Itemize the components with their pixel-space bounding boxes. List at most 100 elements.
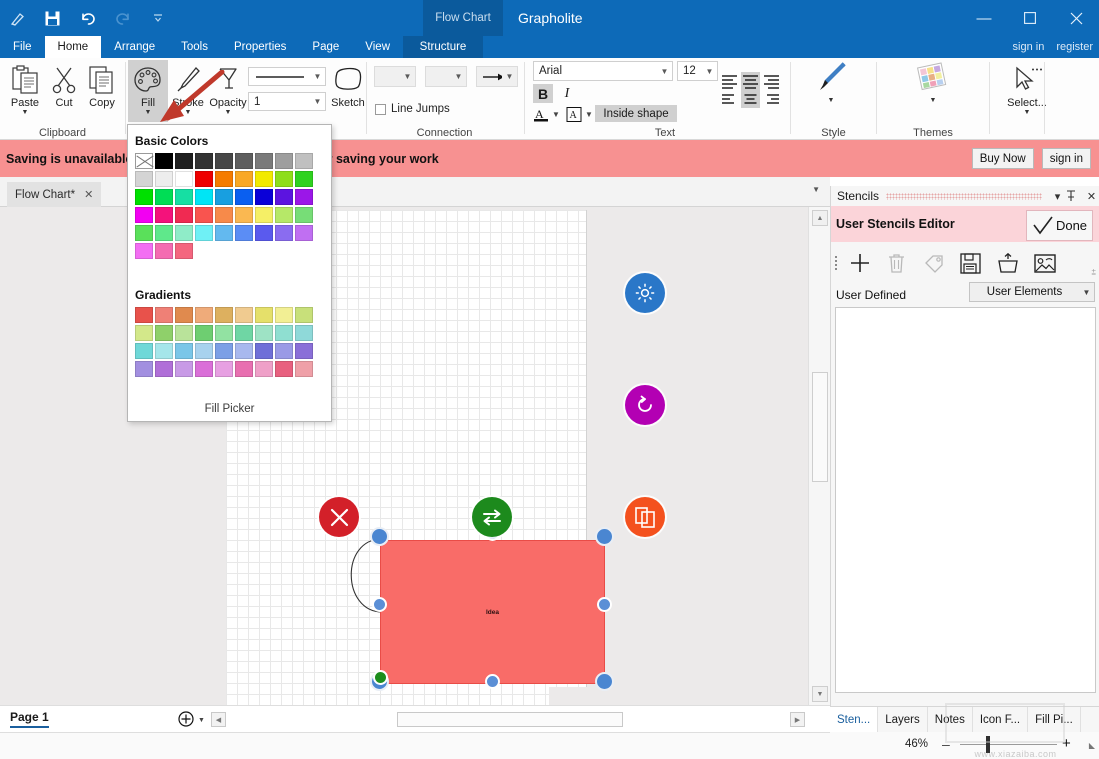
close-icon[interactable]: ✕ (84, 188, 93, 201)
gradient-swatch[interactable] (215, 343, 233, 359)
gradient-swatch[interactable] (135, 307, 153, 323)
basic-color-swatch[interactable] (175, 207, 193, 223)
basic-color-swatch[interactable] (275, 189, 293, 205)
gradient-swatch[interactable] (175, 361, 193, 377)
resize-handle-bottom-center[interactable] (485, 674, 500, 689)
basic-color-swatch[interactable] (215, 225, 233, 241)
chevron-down-icon[interactable]: ▼ (185, 109, 192, 116)
maximize-button[interactable] (1007, 0, 1053, 36)
context-tab-flow-chart[interactable]: Flow Chart (423, 0, 503, 36)
basic-color-swatch[interactable] (175, 189, 193, 205)
bold-button[interactable]: B (533, 84, 553, 103)
tab-arrange[interactable]: Arrange (101, 36, 168, 58)
gradient-swatch[interactable] (295, 325, 313, 341)
line-jumps-checkbox[interactable]: Line Jumps (375, 103, 450, 115)
delete-action[interactable] (319, 497, 359, 537)
chevron-down-icon[interactable]: ▼ (1024, 109, 1031, 116)
done-button[interactable]: Done (1026, 210, 1093, 241)
gradient-swatch[interactable] (215, 307, 233, 323)
basic-color-swatch[interactable] (195, 189, 213, 205)
basic-color-swatch[interactable] (135, 207, 153, 223)
basic-color-swatch[interactable] (255, 225, 273, 241)
font-family-combo[interactable]: Arial ▼ (533, 61, 673, 81)
connector-endpoint-handle[interactable] (373, 670, 388, 685)
open-icon[interactable] (989, 245, 1026, 281)
save-icon[interactable] (952, 245, 989, 281)
resize-handle-middle-left[interactable] (372, 597, 387, 612)
chevron-down-icon[interactable]: ▼ (22, 109, 29, 116)
gradient-swatch[interactable] (135, 343, 153, 359)
basic-color-swatch[interactable] (175, 225, 193, 241)
add-page-button[interactable] (178, 711, 194, 727)
resize-grip-icon[interactable]: ◣ (1089, 741, 1095, 750)
tab-home[interactable]: Home (44, 36, 102, 58)
mid-style-combo[interactable]: ▼ (425, 66, 467, 87)
undo-icon[interactable] (70, 0, 105, 36)
basic-color-swatch[interactable] (135, 225, 153, 241)
basic-color-swatch[interactable] (255, 189, 273, 205)
gradient-swatch[interactable] (235, 343, 253, 359)
basic-color-swatch[interactable] (215, 207, 233, 223)
basic-color-swatch[interactable] (155, 171, 173, 187)
chevron-down-icon[interactable]: ▼ (552, 110, 560, 119)
close-icon[interactable]: ✕ (1083, 190, 1099, 203)
stencils-list-area[interactable] (835, 307, 1096, 693)
fill-color-dropdown[interactable]: Basic Colors Gradients Fill Picker (127, 124, 332, 422)
tag-icon[interactable] (915, 245, 952, 281)
basic-color-swatch[interactable] (135, 171, 153, 187)
highlight-color-button[interactable]: A ▼ (566, 106, 593, 123)
basic-color-swatch[interactable] (275, 207, 293, 223)
basic-color-swatch[interactable] (155, 243, 173, 259)
chevron-down-icon[interactable]: ▼ (1079, 288, 1094, 297)
tab-page[interactable]: Page (299, 36, 352, 58)
gradient-swatch[interactable] (215, 325, 233, 341)
chevron-down-icon[interactable]: ▼ (812, 185, 820, 194)
overflow-icon[interactable]: ⩲ (1091, 268, 1096, 278)
gradient-swatch[interactable] (195, 343, 213, 359)
duplicate-action[interactable] (625, 497, 665, 537)
scrollbar-thumb[interactable] (812, 372, 828, 482)
end-arrow-combo[interactable]: ▼ (476, 66, 518, 87)
chevron-down-icon[interactable]: ▼ (930, 97, 937, 104)
chevron-down-icon[interactable]: ▼ (702, 67, 717, 76)
chevron-down-icon[interactable]: ▼ (310, 72, 325, 81)
basic-color-swatch[interactable] (215, 153, 233, 169)
gradients-grid[interactable] (135, 307, 313, 377)
gradient-swatch[interactable] (175, 307, 193, 323)
tab-tools[interactable]: Tools (168, 36, 221, 58)
chevron-down-icon[interactable]: ▼ (657, 67, 672, 76)
font-size-combo[interactable]: 12 ▼ (677, 61, 718, 81)
basic-color-swatch[interactable] (275, 153, 293, 169)
basic-color-swatch[interactable] (235, 189, 253, 205)
scroll-down-button[interactable]: ▼ (812, 686, 828, 702)
basic-color-swatch[interactable] (255, 171, 273, 187)
chevron-down-icon[interactable]: ▼ (502, 72, 517, 81)
tab-structure[interactable]: Structure (403, 36, 483, 58)
basic-color-swatch[interactable] (175, 243, 193, 259)
resize-handle-top-right[interactable] (595, 527, 614, 546)
gradient-swatch[interactable] (255, 325, 273, 341)
font-color-button[interactable]: A ▼ (533, 106, 560, 123)
align-right-button[interactable] (762, 72, 781, 108)
basic-color-swatch[interactable] (155, 207, 173, 223)
gradient-swatch[interactable] (195, 307, 213, 323)
basic-color-swatch[interactable] (235, 171, 253, 187)
horizontal-scrollbar-thumb[interactable] (397, 712, 623, 727)
gradient-swatch[interactable] (135, 361, 153, 377)
chevron-down-icon[interactable]: ▼ (145, 109, 152, 116)
gradient-swatch[interactable] (195, 325, 213, 341)
chevron-down-icon[interactable]: ▼ (828, 97, 835, 104)
paste-button[interactable]: Paste ▼ (5, 60, 45, 122)
gradient-swatch[interactable] (195, 361, 213, 377)
basic-color-swatch[interactable] (195, 153, 213, 169)
drag-handle-icon[interactable] (831, 256, 841, 270)
basic-color-swatch[interactable] (195, 225, 213, 241)
tab-file[interactable]: File (0, 36, 45, 58)
basic-color-swatch[interactable] (135, 189, 153, 205)
basic-color-swatch[interactable] (295, 171, 313, 187)
resize-handle-bottom-right[interactable] (595, 672, 614, 691)
line-style-combo[interactable]: ▼ (248, 67, 326, 86)
cut-button[interactable]: Cut (44, 60, 84, 122)
basic-color-swatch[interactable] (175, 153, 193, 169)
chevron-down-icon[interactable]: ▾ (1049, 190, 1066, 203)
